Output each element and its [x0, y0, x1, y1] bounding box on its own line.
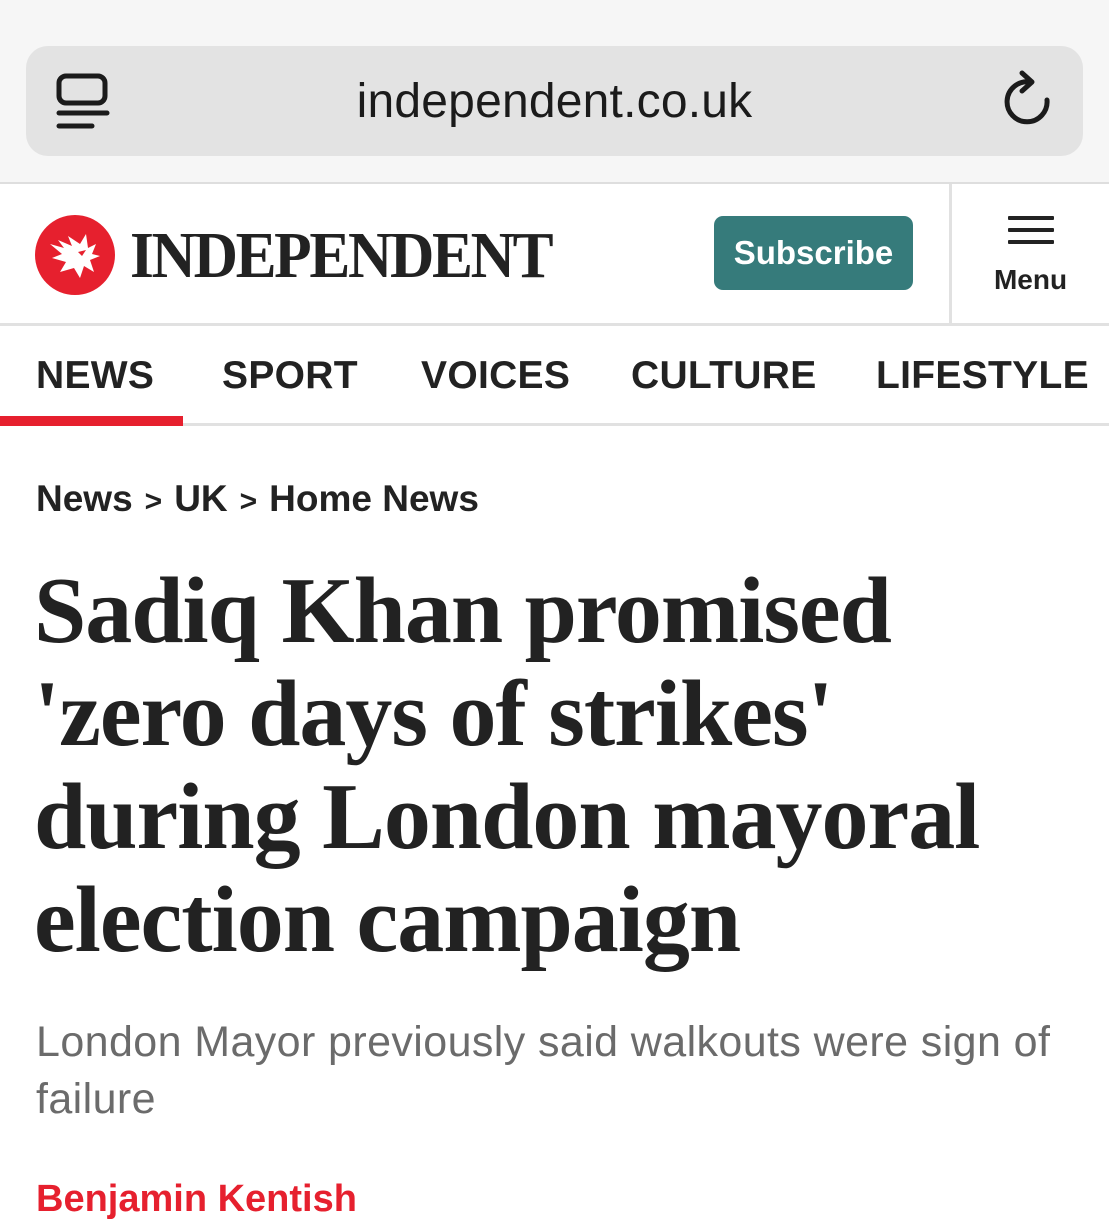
eagle-logo-icon[interactable]	[34, 214, 116, 296]
subscribe-button[interactable]: Subscribe	[714, 216, 913, 290]
section-nav: NEWS SPORT VOICES CULTURE LIFESTYLE	[0, 326, 1109, 426]
breadcrumb-uk[interactable]: UK	[174, 478, 227, 519]
nav-item-news[interactable]: NEWS	[36, 354, 154, 398]
url-text[interactable]: independent.co.uk	[200, 70, 909, 134]
nav-item-voices[interactable]: VOICES	[421, 354, 570, 398]
article-headline: Sadiq Khan promised 'zero days of strike…	[34, 559, 980, 972]
breadcrumb: News > UK > Home News	[36, 478, 479, 520]
nav-item-sport[interactable]: SPORT	[222, 354, 358, 398]
menu-label: Menu	[993, 264, 1068, 295]
breadcrumb-home-news[interactable]: Home News	[269, 478, 479, 519]
hamburger-menu-icon	[1008, 216, 1054, 252]
menu-button[interactable]: Menu	[952, 184, 1109, 323]
author-byline-link[interactable]: Benjamin Kentish	[36, 1174, 357, 1224]
reload-icon[interactable]	[1000, 70, 1058, 132]
breadcrumb-news[interactable]: News	[36, 478, 133, 519]
browser-toolbar: independent.co.uk	[0, 0, 1109, 184]
breadcrumb-separator: >	[144, 485, 163, 518]
nav-item-culture[interactable]: CULTURE	[631, 354, 817, 398]
nav-item-lifestyle[interactable]: LIFESTYLE	[876, 354, 1089, 398]
site-logo-text[interactable]: INDEPENDENT	[130, 221, 554, 291]
reader-view-icon[interactable]	[56, 72, 110, 132]
article-standfirst: London Mayor previously said walkouts we…	[36, 1018, 1051, 1123]
active-tab-indicator	[0, 416, 183, 426]
site-header: INDEPENDENT Subscribe Menu	[0, 184, 1109, 326]
breadcrumb-separator: >	[239, 485, 258, 518]
